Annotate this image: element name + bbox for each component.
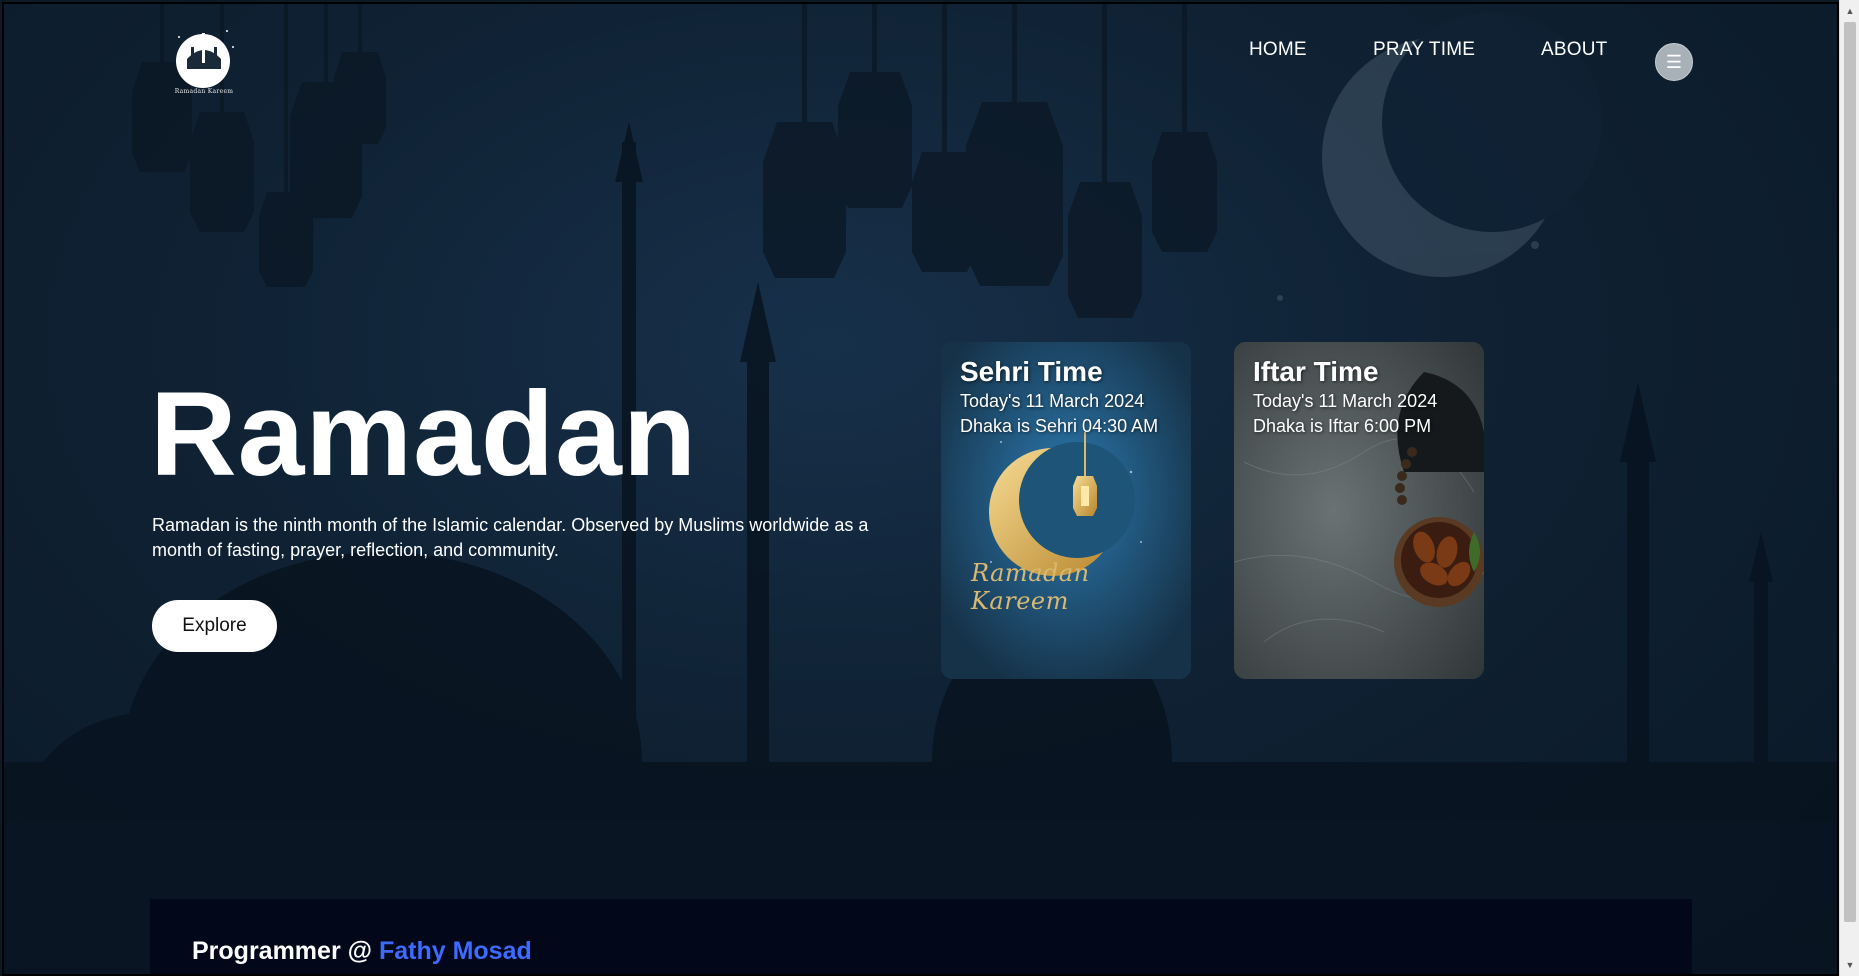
ramadan-kareem-logo[interactable] [167, 17, 242, 99]
sehri-card-text: Sehri Time Today's 11 March 2024 Dhaka i… [960, 355, 1183, 439]
logo-caption: Ramadan Kareem [174, 88, 234, 95]
sehri-time-card[interactable]: Ramadan Kareem Sehri Time Today's 11 Mar… [941, 342, 1191, 679]
explore-button[interactable]: Explore [152, 600, 277, 652]
sehri-card-time: Dhaka is Sehri 04:30 AM [960, 416, 1159, 436]
hero-description: Ramadan is the ninth month of the Islami… [152, 515, 869, 560]
nav-about-link[interactable]: ABOUT [1541, 39, 1621, 61]
hero-title: Ramadan [150, 367, 698, 501]
menu-button[interactable]: ☰ [1655, 43, 1693, 81]
iftar-card-title: Iftar Time [1253, 356, 1379, 387]
iftar-card-time: Dhaka is Iftar 6:00 PM [1253, 416, 1432, 436]
ramadan-kareem-art-text: Ramadan Kareem [971, 559, 1090, 615]
menu-icon: ☰ [1665, 51, 1683, 72]
scroll-thumb[interactable] [1844, 22, 1856, 922]
nav-pray-time-link[interactable]: PRAY TIME [1373, 39, 1483, 61]
footer-prefix: Programmer @ [192, 937, 372, 965]
footer-credit: Programmer @ Fathy Mosad [192, 937, 532, 966]
scroll-up-icon[interactable]: ▲ [1840, 2, 1859, 20]
sehri-card-date: Today's 11 March 2024 [960, 391, 1145, 411]
sehri-card-title: Sehri Time [960, 356, 1103, 387]
iftar-time-card[interactable]: Iftar Time Today's 11 March 2024 Dhaka i… [1234, 342, 1484, 679]
iftar-card-text: Iftar Time Today's 11 March 2024 Dhaka i… [1253, 355, 1476, 439]
nav-home-link[interactable]: HOME [1249, 39, 1319, 61]
vertical-scrollbar[interactable]: ▲ ▼ [1839, 0, 1859, 976]
footer-author-link[interactable]: Fathy Mosad [379, 937, 532, 965]
iftar-card-date: Today's 11 March 2024 [1253, 391, 1438, 411]
page-viewport: Ramadan Kareem HOME PRAY TIME ABOUT ☰ Ra… [2, 2, 1839, 976]
scroll-down-icon[interactable]: ▼ [1840, 956, 1859, 974]
